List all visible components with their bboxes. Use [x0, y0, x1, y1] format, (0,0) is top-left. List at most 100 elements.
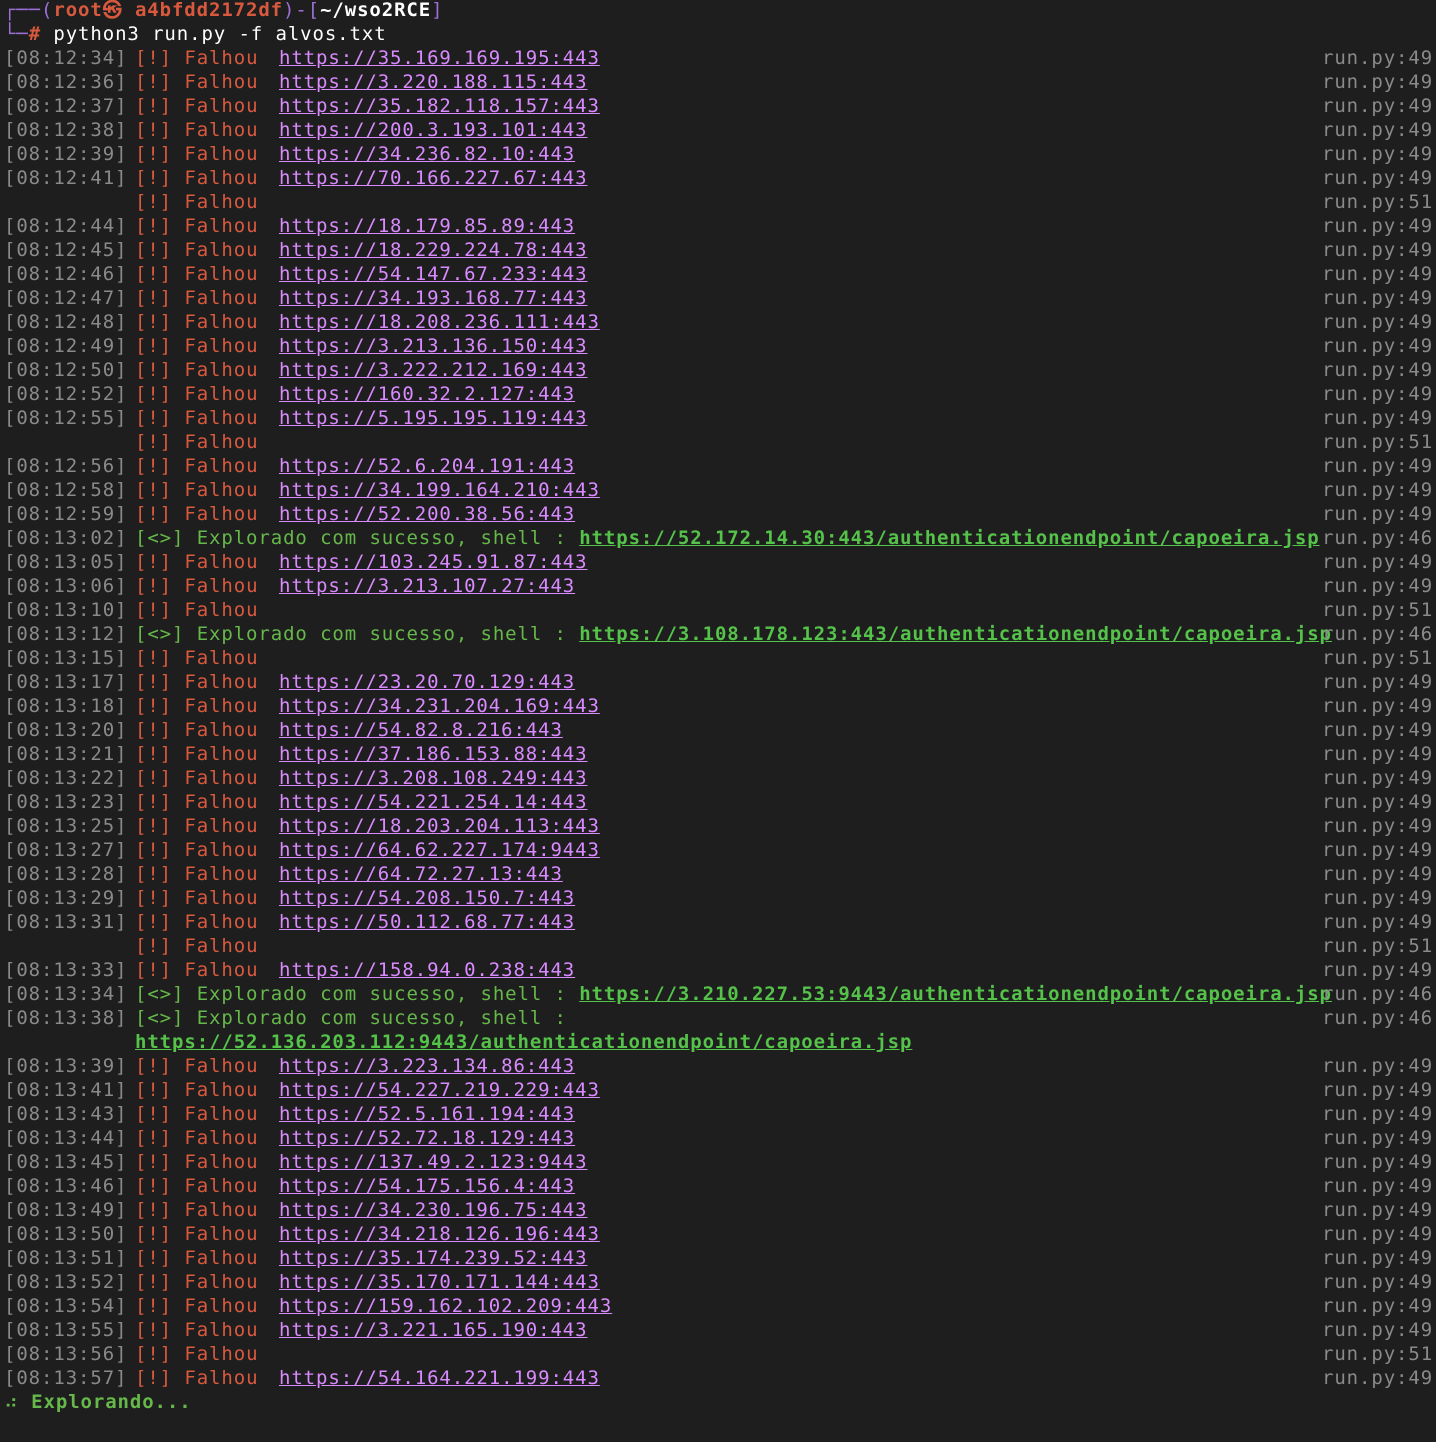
- log-line: [08:13:49] [!] Falhou https://34.230.196.7…: [0, 1198, 1436, 1222]
- target-url-link[interactable]: https://64.62.227.174:9443: [279, 838, 600, 862]
- target-url-link[interactable]: https://3.221.165.190:443: [279, 1318, 587, 1342]
- log-line: [08:13:43] [!] Falhou https://52.5.161.194…: [0, 1102, 1436, 1126]
- target-url-link[interactable]: https://34.193.168.77:443: [279, 286, 587, 310]
- target-url-link[interactable]: https://103.245.91.87:443: [279, 550, 587, 574]
- target-url-link[interactable]: https://35.182.118.157:443: [279, 94, 600, 118]
- shell-url-link[interactable]: https://3.210.227.53:9443/authentication…: [579, 983, 1332, 1005]
- target-url-link[interactable]: https://35.170.171.144:443: [279, 1270, 600, 1294]
- target-url-link[interactable]: https://70.166.227.67:443: [279, 166, 587, 190]
- fail-tag: [!] Falhou: [135, 142, 258, 166]
- target-url-link[interactable]: https://200.3.193.101:443: [279, 118, 587, 142]
- log-line: [08:13:06] [!] Falhou https://3.213.107.27…: [0, 574, 1436, 598]
- target-url-link[interactable]: https://18.179.85.89:443: [279, 214, 575, 238]
- log-tag: [!]: [135, 1343, 173, 1365]
- log-line: [08:13:29] [!] Falhou https://54.208.150.7…: [0, 886, 1436, 910]
- target-url-link[interactable]: https://23.20.70.129:443: [279, 670, 575, 694]
- target-url-link[interactable]: https://35.169.169.195:443: [279, 46, 600, 70]
- target-url-link[interactable]: https://50.112.68.77:443: [279, 910, 575, 934]
- log-timestamp: [08:12:36]: [4, 71, 128, 93]
- target-url-link[interactable]: https://54.82.8.216:443: [279, 718, 563, 742]
- log-message: Falhou: [184, 407, 259, 429]
- source-location: run.py:49: [1322, 1079, 1434, 1101]
- source-location: run.py:46: [1322, 1007, 1434, 1029]
- log-message: Falhou: [184, 719, 259, 741]
- success-tag: [<>] Explorado com sucesso, shell :: [135, 1006, 567, 1030]
- target-url-link[interactable]: https://3.222.212.169:443: [279, 358, 587, 382]
- target-url-link[interactable]: https://52.200.38.56:443: [279, 502, 575, 526]
- source-location: run.py:46: [1322, 527, 1434, 549]
- log-line: [08:13:23] [!] Falhou https://54.221.254.1…: [0, 790, 1436, 814]
- target-url-link[interactable]: https://54.208.150.7:443: [279, 886, 575, 910]
- target-url-link[interactable]: https://158.94.0.238:443: [279, 958, 575, 982]
- log-line: [08:13:22] [!] Falhou https://3.208.108.24…: [0, 766, 1436, 790]
- log-tag: [!]: [135, 143, 173, 165]
- target-url-link[interactable]: https://18.203.204.113:443: [279, 814, 600, 838]
- log-timestamp: [08:12:46]: [4, 263, 128, 285]
- target-url-link[interactable]: https://54.221.254.14:443: [279, 790, 587, 814]
- log-message: Falhou: [184, 143, 259, 165]
- fail-tag: [!] Falhou: [135, 862, 258, 886]
- target-url-link[interactable]: https://3.213.107.27:443: [279, 574, 575, 598]
- target-url-link[interactable]: https://3.220.188.115:443: [279, 70, 587, 94]
- target-url-link[interactable]: https://52.5.161.194:443: [279, 1102, 575, 1126]
- log-line: [08:12:45] [!] Falhou https://18.229.224.7…: [0, 238, 1436, 262]
- prompt-line-1: ┌──(root㉿ a4bfdd2172df)-[~/wso2RCE]: [4, 0, 443, 22]
- target-url-link[interactable]: https://3.213.136.150:443: [279, 334, 587, 358]
- log-timestamp: [08:12:48]: [4, 311, 128, 333]
- success-tag: [<>] Explorado com sucesso, shell : http…: [135, 622, 1332, 646]
- log-line: [08:12:56] [!] Falhou https://52.6.204.191…: [0, 454, 1436, 478]
- log-line: [!] Falhou run.py:51: [0, 934, 1436, 958]
- target-url-link[interactable]: https://137.49.2.123:9443: [279, 1150, 587, 1174]
- log-message: Falhou: [184, 1271, 259, 1293]
- target-url-link[interactable]: https://18.229.224.78:443: [279, 238, 587, 262]
- target-url-link[interactable]: https://3.208.108.249:443: [279, 766, 587, 790]
- target-url-link[interactable]: https://3.223.134.86:443: [279, 1054, 575, 1078]
- target-url-link[interactable]: https://64.72.27.13:443: [279, 862, 563, 886]
- status-line: ⠴ Explorando...: [4, 1390, 192, 1414]
- fail-tag: [!] Falhou: [135, 1270, 258, 1294]
- log-message: Falhou: [184, 959, 259, 981]
- log-timestamp: [08:13:57]: [4, 1367, 128, 1389]
- log-line: [08:13:33] [!] Falhou https://158.94.0.238…: [0, 958, 1436, 982]
- fail-tag: [!] Falhou: [135, 238, 258, 262]
- target-url-link[interactable]: https://159.162.102.209:443: [279, 1294, 612, 1318]
- target-url-link[interactable]: https://34.231.204.169:443: [279, 694, 600, 718]
- target-url-link[interactable]: https://52.6.204.191:443: [279, 454, 575, 478]
- fail-tag: [!] Falhou: [135, 1342, 258, 1366]
- target-url-link[interactable]: https://160.32.2.127:443: [279, 382, 575, 406]
- target-url-link[interactable]: https://34.199.164.210:443: [279, 478, 600, 502]
- target-url-link[interactable]: https://54.147.67.233:443: [279, 262, 587, 286]
- target-url-link[interactable]: https://5.195.195.119:443: [279, 406, 587, 430]
- target-url-link[interactable]: https://52.72.18.129:443: [279, 1126, 575, 1150]
- target-url-link[interactable]: https://34.236.82.10:443: [279, 142, 575, 166]
- fail-tag: [!] Falhou: [135, 286, 258, 310]
- target-url-link[interactable]: https://35.174.239.52:443: [279, 1246, 587, 1270]
- target-url-link[interactable]: https://34.230.196.75:443: [279, 1198, 587, 1222]
- log-message: Falhou: [184, 167, 259, 189]
- log-message: Falhou: [184, 383, 259, 405]
- shell-url-link[interactable]: https://52.172.14.30:443/authenticatione…: [579, 527, 1319, 549]
- source-location: run.py:49: [1322, 311, 1434, 333]
- fail-tag: [!] Falhou: [135, 118, 258, 142]
- target-url-link[interactable]: https://18.208.236.111:443: [279, 310, 600, 334]
- log-timestamp: [08:13:28]: [4, 863, 128, 885]
- log-line: [08:13:31] [!] Falhou https://50.112.68.77…: [0, 910, 1436, 934]
- fail-tag: [!] Falhou: [135, 430, 258, 454]
- log-timestamp: [08:13:10]: [4, 599, 128, 621]
- shell-url-link[interactable]: https://3.108.178.123:443/authentication…: [579, 623, 1332, 645]
- log-timestamp: [08:13:56]: [4, 1343, 128, 1365]
- log-line: [08:13:34] [<>] Explorado com sucesso, sh…: [0, 982, 1436, 1006]
- target-url-link[interactable]: https://54.164.221.199:443: [279, 1366, 600, 1390]
- fail-tag: [!] Falhou: [135, 1150, 258, 1174]
- log-tag: [!]: [135, 71, 173, 93]
- target-url-link[interactable]: https://34.218.126.196:443: [279, 1222, 600, 1246]
- source-location: run.py:49: [1322, 263, 1434, 285]
- target-url-link[interactable]: https://54.227.219.229:443: [279, 1078, 600, 1102]
- log-line: [08:13:41] [!] Falhou https://54.227.219.2…: [0, 1078, 1436, 1102]
- log-line: [08:12:59] [!] Falhou https://52.200.38.56…: [0, 502, 1436, 526]
- log-timestamp: [08:12:59]: [4, 503, 128, 525]
- shell-url-link[interactable]: https://52.136.203.112:9443/authenticati…: [135, 1031, 912, 1053]
- target-url-link[interactable]: https://54.175.156.4:443: [279, 1174, 575, 1198]
- target-url-link[interactable]: https://37.186.153.88:443: [279, 742, 587, 766]
- log-timestamp: [08:12:39]: [4, 143, 128, 165]
